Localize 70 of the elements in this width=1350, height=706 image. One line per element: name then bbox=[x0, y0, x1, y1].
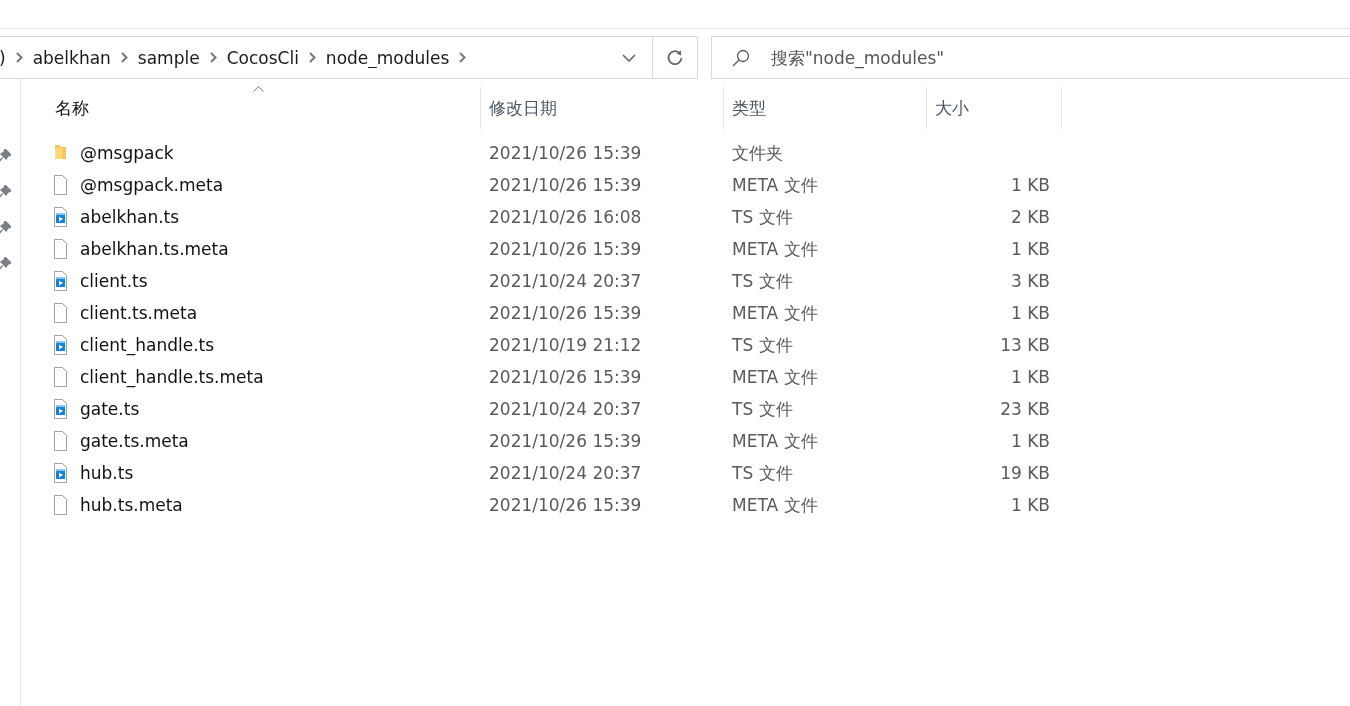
chevron-icon[interactable] bbox=[209, 52, 217, 63]
file-type: META 文件 bbox=[732, 493, 818, 517]
breadcrumb-item[interactable]: sample bbox=[137, 47, 200, 68]
modified-date: 2021/10/26 15:39 bbox=[489, 239, 642, 259]
file-name[interactable]: abelkhan.ts bbox=[80, 207, 180, 227]
pin-icon[interactable] bbox=[0, 257, 11, 271]
file-type: META 文件 bbox=[732, 301, 818, 325]
modified-date: 2021/10/26 15:39 bbox=[489, 175, 642, 195]
file-size: 1 KB bbox=[1010, 367, 1050, 387]
file-size: 13 KB bbox=[1000, 335, 1050, 355]
modified-date: 2021/10/26 15:39 bbox=[489, 143, 642, 163]
file-name[interactable]: @msgpack.meta bbox=[80, 175, 224, 195]
file-size: 3 KB bbox=[1010, 271, 1050, 291]
modified-date: 2021/10/24 20:37 bbox=[489, 463, 642, 483]
column-header[interactable]: 大小 bbox=[927, 87, 1062, 129]
search-icon bbox=[731, 48, 751, 68]
search-field[interactable]: 搜索"node_modules" bbox=[711, 36, 1350, 79]
modified-date: 2021/10/24 20:37 bbox=[489, 271, 642, 291]
chevron-icon[interactable] bbox=[308, 52, 316, 63]
file-name[interactable]: client_handle.ts.meta bbox=[80, 367, 264, 387]
file-type: TS 文件 bbox=[732, 269, 793, 293]
file-name[interactable]: gate.ts bbox=[80, 399, 140, 419]
file-size: 1 KB bbox=[1010, 495, 1050, 515]
file-type: META 文件 bbox=[732, 237, 818, 261]
file-type: META 文件 bbox=[732, 173, 818, 197]
file-type: 文件夹 bbox=[732, 141, 783, 165]
refresh-icon bbox=[666, 48, 684, 67]
file-size: 23 KB bbox=[1000, 399, 1050, 419]
breadcrumb-item[interactable]: CocosCli bbox=[226, 47, 299, 68]
modified-date: 2021/10/24 20:37 bbox=[489, 399, 642, 419]
file-size: 19 KB bbox=[1000, 463, 1050, 483]
file-name[interactable]: @msgpack bbox=[80, 143, 174, 163]
file-type: TS 文件 bbox=[732, 461, 793, 485]
address-bar[interactable]: ) abelkhan sample CocosCli node_modules bbox=[0, 36, 698, 79]
column-header[interactable]: 修改日期 bbox=[481, 87, 724, 129]
file-size: 1 KB bbox=[1010, 239, 1050, 259]
file-type: TS 文件 bbox=[732, 205, 793, 229]
file-type: TS 文件 bbox=[732, 333, 793, 357]
modified-date: 2021/10/26 15:39 bbox=[489, 303, 642, 323]
column-header[interactable]: 名称 bbox=[47, 87, 481, 129]
dropdown-icon[interactable] bbox=[622, 53, 636, 62]
file-name[interactable]: gate.ts.meta bbox=[80, 431, 189, 451]
breadcrumb-item[interactable]: node_modules bbox=[325, 47, 450, 68]
file-name[interactable]: client.ts bbox=[80, 271, 148, 291]
column-header[interactable]: 类型 bbox=[724, 87, 927, 129]
file-name[interactable]: hub.ts bbox=[80, 463, 134, 483]
chevron-icon[interactable] bbox=[15, 52, 23, 63]
file-name[interactable]: client_handle.ts bbox=[80, 335, 215, 355]
file-size: 1 KB bbox=[1010, 431, 1050, 451]
modified-date: 2021/10/19 21:12 bbox=[489, 335, 642, 355]
file-size: 1 KB bbox=[1010, 175, 1050, 195]
chevron-icon[interactable] bbox=[459, 52, 467, 63]
pin-icon[interactable] bbox=[0, 221, 11, 235]
file-type: META 文件 bbox=[732, 365, 818, 389]
file-type: TS 文件 bbox=[732, 397, 793, 421]
breadcrumb-item[interactable]: ) bbox=[0, 47, 6, 68]
file-type: META 文件 bbox=[732, 429, 818, 453]
breadcrumb-item[interactable]: abelkhan bbox=[32, 47, 111, 68]
file-name[interactable]: client.ts.meta bbox=[80, 303, 198, 323]
pin-icon[interactable] bbox=[0, 185, 11, 199]
pin-icon[interactable] bbox=[0, 149, 11, 163]
file-size: 2 KB bbox=[1010, 207, 1050, 227]
file-size: 1 KB bbox=[1010, 303, 1050, 323]
modified-date: 2021/10/26 15:39 bbox=[489, 431, 642, 451]
modified-date: 2021/10/26 16:08 bbox=[489, 207, 642, 227]
file-name[interactable]: abelkhan.ts.meta bbox=[80, 239, 229, 259]
chevron-icon[interactable] bbox=[120, 52, 128, 63]
modified-date: 2021/10/26 15:39 bbox=[489, 495, 642, 515]
modified-date: 2021/10/26 15:39 bbox=[489, 367, 642, 387]
file-name[interactable]: hub.ts.meta bbox=[80, 495, 183, 515]
